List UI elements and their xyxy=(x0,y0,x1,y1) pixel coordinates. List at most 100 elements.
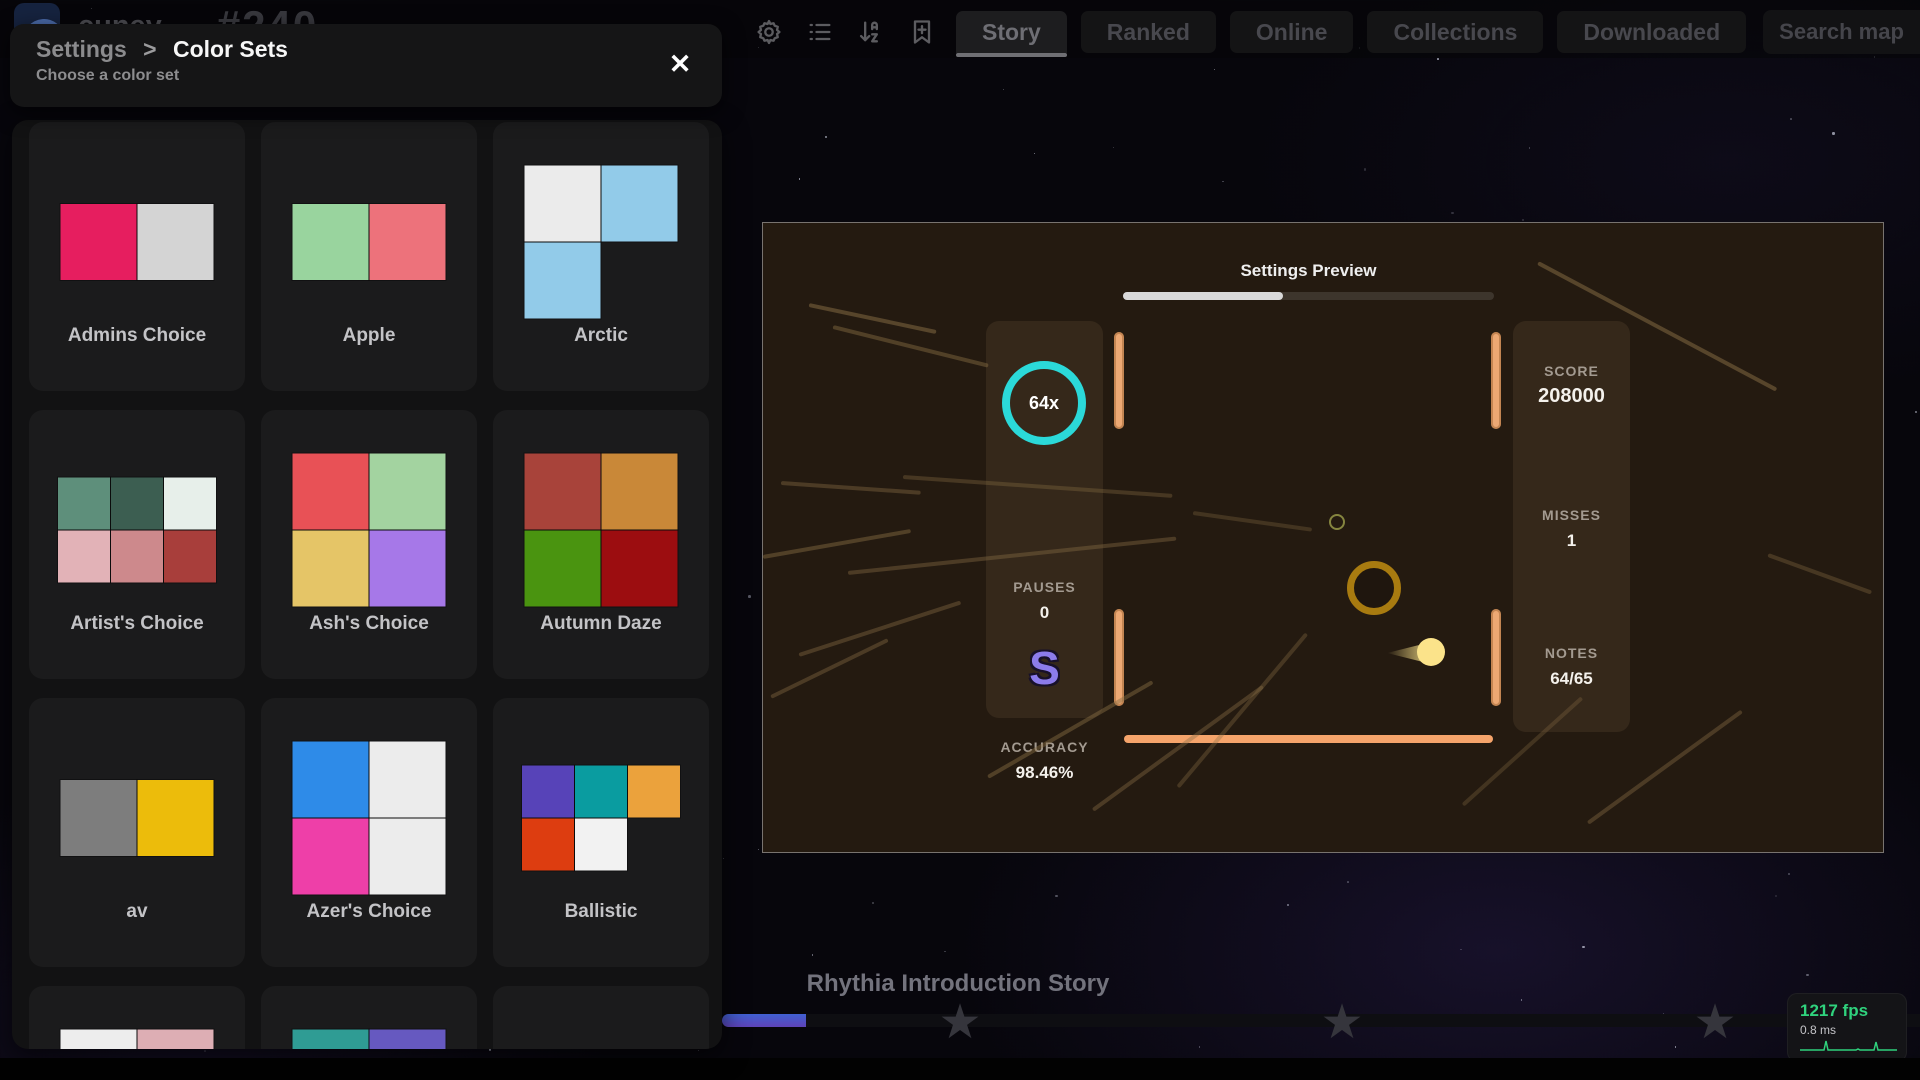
color-swatch xyxy=(61,204,137,280)
color-set-swatches xyxy=(522,766,680,871)
motion-streak xyxy=(798,601,961,657)
fps-counter: 1217 fps 0.8 ms xyxy=(1787,993,1907,1062)
approaching-note-ring xyxy=(1347,561,1401,615)
tab-story[interactable]: Story xyxy=(956,11,1067,53)
color-swatch xyxy=(370,1030,446,1050)
nav-row: Story Ranked Online Collections Downloaded xyxy=(752,10,1920,54)
color-set-name: Ash's Choice xyxy=(261,613,477,635)
preview-progress-fill xyxy=(1123,292,1283,300)
color-set-name: Apple xyxy=(261,325,477,347)
motion-streak xyxy=(763,529,911,559)
far-note-outline xyxy=(1329,514,1345,530)
color-set-list: Admins Choice Apple Arctic Artist's Choice A… xyxy=(12,120,722,1049)
color-set-swatches xyxy=(61,204,214,280)
color-set-card[interactable] xyxy=(493,986,709,1049)
score-value: 208000 xyxy=(1513,385,1630,408)
color-set-card[interactable]: Apple xyxy=(261,122,477,391)
color-swatch xyxy=(293,742,369,818)
color-set-card[interactable]: Artist's Choice xyxy=(29,410,245,679)
tab-ranked[interactable]: Ranked xyxy=(1081,11,1216,53)
color-set-name: Artist's Choice xyxy=(29,613,245,635)
color-set-card[interactable] xyxy=(261,986,477,1049)
story-progress-fill xyxy=(722,1014,806,1027)
difficulty-star: ★ xyxy=(938,994,981,1050)
motion-streak xyxy=(1767,553,1872,594)
color-set-card[interactable] xyxy=(29,986,245,1049)
close-icon[interactable]: ✕ xyxy=(662,46,698,82)
pauses-label: PAUSES xyxy=(986,579,1103,595)
color-set-name: av xyxy=(29,901,245,923)
color-swatch xyxy=(602,531,678,607)
color-set-card[interactable]: Azer's Choice xyxy=(261,698,477,967)
color-set-card[interactable]: Ballistic xyxy=(493,698,709,967)
color-swatch xyxy=(58,531,110,583)
color-swatch xyxy=(522,819,574,871)
tab-online[interactable]: Online xyxy=(1230,11,1354,53)
color-swatch xyxy=(138,780,214,856)
color-swatch xyxy=(602,166,678,242)
preview-title: Settings Preview xyxy=(1123,261,1494,281)
corner-bar-top-left xyxy=(1114,332,1124,429)
color-set-swatches xyxy=(525,454,678,607)
color-set-name: Autumn Daze xyxy=(493,613,709,635)
color-swatch xyxy=(370,819,446,895)
motion-streak xyxy=(809,303,937,334)
map-tabs: Story Ranked Online Collections Downloaded xyxy=(956,11,1746,53)
motion-streak xyxy=(833,325,989,368)
frametime-value: 0.8 ms xyxy=(1800,1023,1894,1037)
color-set-card[interactable]: Admins Choice xyxy=(29,122,245,391)
color-swatch xyxy=(164,531,216,583)
color-set-card[interactable]: Arctic xyxy=(493,122,709,391)
bookmark-plus-icon[interactable] xyxy=(905,15,939,49)
corner-bar-top-right xyxy=(1491,332,1501,429)
tab-downloaded[interactable]: Downloaded xyxy=(1557,11,1746,53)
fps-value: 1217 fps xyxy=(1800,1001,1894,1021)
color-swatch xyxy=(58,478,110,530)
left-stats-panel: 64x PAUSES 0 S ACCURACY 98.46% xyxy=(986,321,1103,718)
playfield-bottom-bar xyxy=(1124,735,1493,743)
color-set-card[interactable]: Ash's Choice xyxy=(261,410,477,679)
note-ball xyxy=(1417,638,1445,666)
corner-bar-bottom-right xyxy=(1491,609,1501,706)
breadcrumb-settings[interactable]: Settings xyxy=(36,36,127,62)
notes-value: 64/65 xyxy=(1513,669,1630,689)
color-set-card[interactable]: Autumn Daze xyxy=(493,410,709,679)
misses-value: 1 xyxy=(1513,531,1630,551)
color-swatch xyxy=(370,742,446,818)
color-set-swatches xyxy=(58,478,216,583)
color-set-name: Ballistic xyxy=(493,901,709,923)
color-swatch xyxy=(370,531,446,607)
motion-streak xyxy=(1193,511,1312,532)
color-swatch xyxy=(293,1030,369,1050)
accuracy-value: 98.46% xyxy=(986,763,1103,783)
right-stats-panel: SCORE 208000 MISSES 1 NOTES 64/65 xyxy=(1513,321,1630,732)
color-set-swatches xyxy=(525,166,678,319)
color-set-card[interactable]: av xyxy=(29,698,245,967)
tab-collections[interactable]: Collections xyxy=(1367,11,1543,53)
sort-az-icon[interactable] xyxy=(854,15,888,49)
color-swatch xyxy=(522,766,574,818)
color-set-swatches xyxy=(293,204,446,280)
color-swatch xyxy=(293,454,369,530)
misses-label: MISSES xyxy=(1513,507,1630,523)
difficulty-star: ★ xyxy=(1693,994,1736,1050)
color-swatch xyxy=(293,204,369,280)
bottom-letterbox xyxy=(0,1058,1920,1080)
color-swatch xyxy=(575,819,627,871)
color-swatch xyxy=(525,243,601,319)
dialog-title: Color Sets xyxy=(173,36,288,62)
difficulty-star: ★ xyxy=(1320,994,1363,1050)
motion-streak xyxy=(781,481,921,495)
settings-preview-panel: Settings Preview 64x PAUSES 0 S ACCURACY… xyxy=(762,222,1884,853)
accuracy-label: ACCURACY xyxy=(986,739,1103,755)
color-swatch xyxy=(138,1030,214,1050)
combo-multiplier: 64x xyxy=(1029,393,1059,414)
score-label: SCORE xyxy=(1513,363,1630,379)
notes-label: NOTES xyxy=(1513,645,1630,661)
gear-icon[interactable] xyxy=(752,15,786,49)
search-input[interactable] xyxy=(1779,19,1920,45)
color-swatch xyxy=(138,204,214,280)
list-icon[interactable] xyxy=(803,15,837,49)
color-set-swatches xyxy=(61,780,214,856)
color-swatch xyxy=(293,531,369,607)
